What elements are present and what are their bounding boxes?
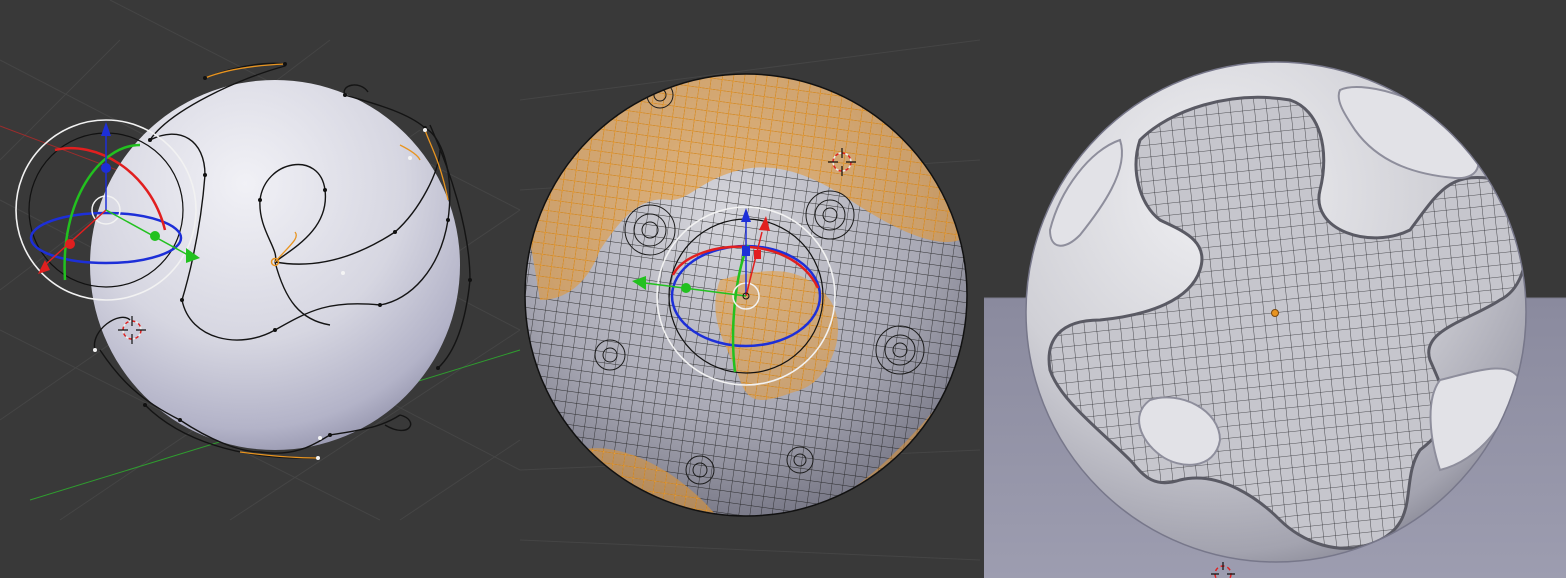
panel-sculpt-render[interactable] — [984, 61, 1566, 578]
object-origin-icon — [1271, 309, 1279, 317]
viewport-stage — [0, 0, 1566, 578]
panel-curve-guides[interactable] — [0, 0, 521, 521]
sphere-mesh[interactable] — [520, 66, 980, 530]
panel-mesh-edit[interactable] — [519, 39, 981, 561]
